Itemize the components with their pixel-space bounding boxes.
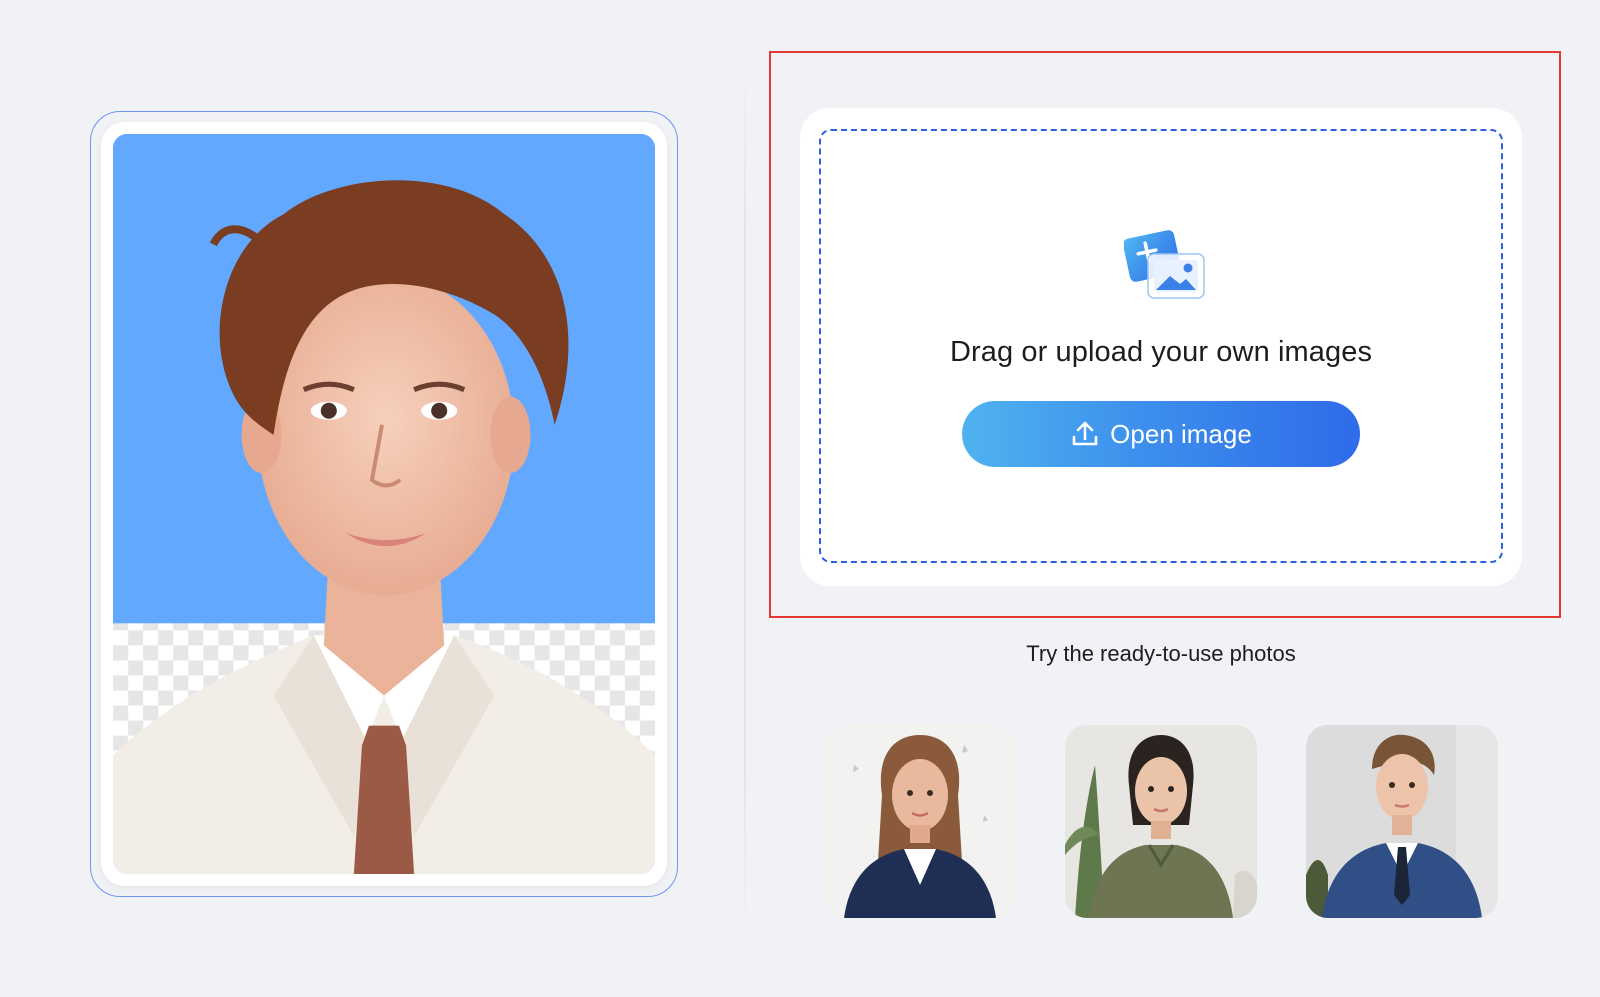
preview-card bbox=[101, 122, 667, 886]
open-image-label: Open image bbox=[1110, 418, 1252, 449]
preview-frame bbox=[90, 111, 678, 897]
sample-photos bbox=[824, 725, 1498, 918]
upload-icon bbox=[1070, 419, 1100, 449]
preview-photo bbox=[113, 134, 655, 874]
portrait-image bbox=[113, 134, 655, 874]
upload-card: Drag or upload your own images Open imag… bbox=[800, 108, 1522, 586]
sample-photo-2[interactable] bbox=[1065, 725, 1257, 918]
page: Drag or upload your own images Open imag… bbox=[0, 0, 1600, 997]
sample-photo-3[interactable] bbox=[1306, 725, 1498, 918]
column-divider bbox=[744, 60, 746, 940]
image-add-icon bbox=[1123, 226, 1208, 302]
open-image-button[interactable]: Open image bbox=[962, 401, 1360, 467]
upload-prompt: Drag or upload your own images bbox=[949, 336, 1373, 368]
sample-photo-1[interactable] bbox=[824, 725, 1016, 918]
samples-title: Try the ready-to-use photos bbox=[1026, 641, 1296, 666]
upload-dropzone[interactable]: Drag or upload your own images Open imag… bbox=[819, 129, 1503, 563]
